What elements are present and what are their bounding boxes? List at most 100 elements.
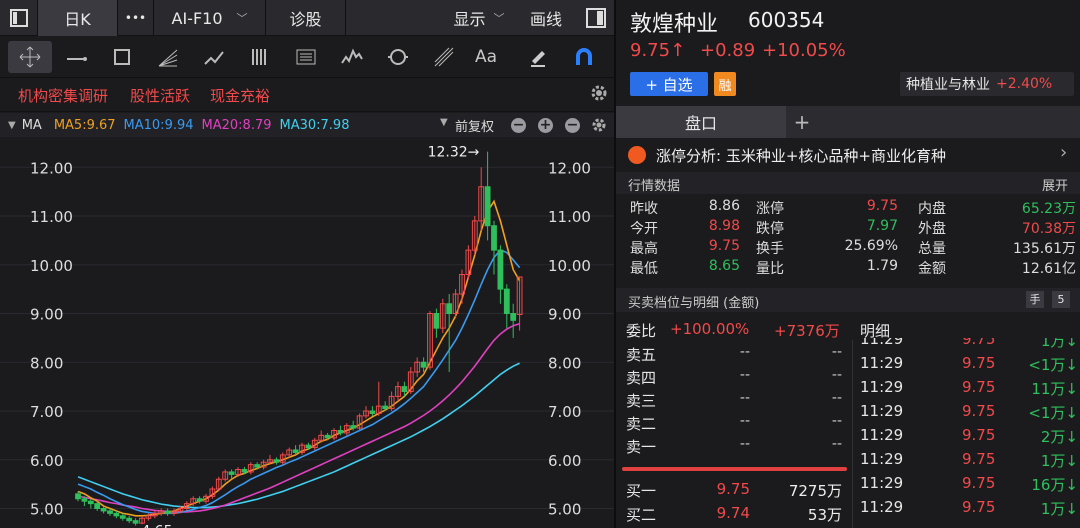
wave-icon[interactable] — [330, 41, 374, 73]
text-box-icon[interactable] — [284, 41, 328, 73]
quote-value: 8.65 — [708, 258, 740, 274]
fan-icon[interactable] — [146, 41, 190, 73]
quote-value: 25.69% — [844, 238, 898, 254]
candle-body — [484, 186, 491, 227]
tick-time: 11:29 — [860, 426, 904, 444]
quote-grid: 昨收 8.86 涨停 9.75 内盘 65.23万 今开 8.98 跌停 7.97 外盘 70.38万… — [616, 198, 1080, 282]
y-tick-right: 7.00 — [548, 403, 581, 421]
ma5-line — [77, 199, 521, 517]
gear-icon[interactable] — [590, 84, 608, 102]
ask-volume: -- — [831, 390, 842, 406]
candle-body — [420, 361, 427, 368]
collapse-icon[interactable]: ▼ — [8, 120, 16, 131]
remove-icon[interactable]: − — [565, 118, 580, 133]
diagnose-label: 诊股 — [289, 10, 322, 29]
tick-price: 9.75 — [962, 378, 996, 396]
sidebar-toggle-icon[interactable] — [0, 0, 38, 36]
candle-body — [273, 459, 280, 463]
candle-body — [87, 500, 94, 505]
quote-label: 最高 — [630, 241, 658, 257]
y-tick-left: 8.00 — [30, 354, 63, 372]
tick-volume: 2万↓ — [1040, 428, 1078, 446]
tab-pankou[interactable]: 盘口 — [616, 106, 786, 138]
stock-tags: 机构密集调研 股性活跃 现金充裕 — [0, 78, 614, 112]
candle-body — [433, 313, 440, 329]
divider — [852, 340, 853, 528]
display-select[interactable]: 显示 ﹀ — [440, 0, 518, 36]
pattern-icon[interactable] — [192, 41, 236, 73]
tab-bar: 盘口 + — [616, 106, 1080, 138]
more-button[interactable]: ••• — [118, 0, 154, 36]
hline-icon[interactable] — [54, 41, 98, 73]
eraser-icon[interactable] — [516, 41, 560, 73]
ask-price: -- — [739, 436, 750, 452]
weicha-value: +7376万 — [774, 322, 840, 340]
tick-price: 9.75 — [962, 354, 996, 372]
margin-badge[interactable]: 融 — [714, 72, 736, 96]
candle-body — [100, 508, 107, 512]
ask-volume: -- — [831, 344, 842, 360]
period-select[interactable]: 日K — [38, 0, 118, 36]
candle-body — [382, 405, 389, 410]
tick-price: 9.75 — [962, 338, 996, 348]
bid-price: 9.75 — [716, 480, 750, 498]
candle-body — [337, 430, 344, 434]
ask-label: 卖二 — [626, 415, 657, 433]
candle-body — [228, 471, 235, 475]
crosshair-icon[interactable] — [8, 41, 52, 73]
candle-body — [113, 512, 120, 517]
diagnose-button[interactable]: 诊股 — [266, 0, 346, 36]
quote-value: 9.75 — [866, 198, 898, 214]
tag-research[interactable]: 机构密集调研 — [18, 85, 108, 106]
limit-analysis[interactable]: 涨停分析: 玉米种业+核心品种+商业化育种 › — [616, 140, 1080, 170]
ask-bid-divider — [622, 467, 847, 471]
low-label: ←4.65 — [130, 524, 173, 528]
text-tool-icon[interactable]: Aa — [464, 41, 508, 73]
quote-label: 金额 — [918, 261, 946, 277]
weibi-label: 委比 — [626, 322, 657, 340]
ma-settings-icon[interactable] — [591, 117, 607, 133]
unit-hand-button[interactable]: 手 — [1026, 291, 1044, 308]
quote-title: 行情数据 — [628, 179, 681, 194]
tag-active[interactable]: 股性活跃 — [130, 85, 190, 106]
ma10-line — [77, 249, 521, 515]
minus-icon[interactable]: − — [511, 118, 526, 133]
ask-volume: -- — [831, 413, 842, 429]
tag-cash[interactable]: 现金充裕 — [210, 85, 270, 106]
add-tab-button[interactable]: + — [788, 106, 816, 138]
price-pct: +10.05% — [762, 40, 846, 61]
price-change: +0.89 — [700, 40, 756, 61]
ma20-line — [77, 322, 520, 513]
panel-toggle-icon[interactable] — [578, 0, 614, 36]
quote-label: 量比 — [756, 261, 784, 277]
tick-list: 11:29 9.75 1万↓ 11:29 9.75 <1万↓ 11:29 9.75 11万↓ 11… — [854, 338, 1080, 528]
bid-volume: 53万 — [807, 506, 842, 524]
sector-badge[interactable]: 种植业与林业 +2.40% — [900, 72, 1074, 96]
chevron-down-icon: ﹀ — [493, 12, 505, 25]
magnet-icon[interactable] — [562, 41, 606, 73]
cycle-icon[interactable] — [376, 41, 420, 73]
depth-five-button[interactable]: 5 — [1052, 291, 1070, 308]
tick-volume: <1万↓ — [1028, 356, 1078, 374]
kline-chart[interactable]: 12.00 12.00 11.00 11.00 10.00 10.00 9.00 9.00 8.… — [0, 138, 614, 528]
quote-label: 跌停 — [756, 221, 784, 237]
fork-icon[interactable] — [422, 41, 466, 73]
tick-time: 11:29 — [860, 474, 904, 492]
add-watchlist-button[interactable]: + 自选 — [630, 72, 708, 96]
ask-price: -- — [739, 344, 750, 360]
bars-icon[interactable] — [238, 41, 282, 73]
tick-time: 11:29 — [860, 402, 904, 420]
adjust-select[interactable]: 前复权 — [455, 116, 494, 135]
plus-icon[interactable]: + — [538, 118, 553, 133]
sector-pct: +2.40% — [996, 76, 1053, 92]
f10-select[interactable]: AI-F10 ﹀ — [154, 0, 266, 36]
y-tick-right: 8.00 — [548, 354, 581, 372]
draw-button[interactable]: 画线 — [518, 0, 574, 36]
expand-button[interactable]: 展开 — [1042, 175, 1068, 194]
tick-time: 11:29 — [860, 450, 904, 468]
y-tick-left: 7.00 — [30, 403, 63, 421]
ask-price: -- — [739, 390, 750, 406]
quote-value: 12.61亿 — [1021, 261, 1076, 277]
ask-label: 卖三 — [626, 392, 657, 410]
rect-icon[interactable] — [100, 41, 144, 73]
